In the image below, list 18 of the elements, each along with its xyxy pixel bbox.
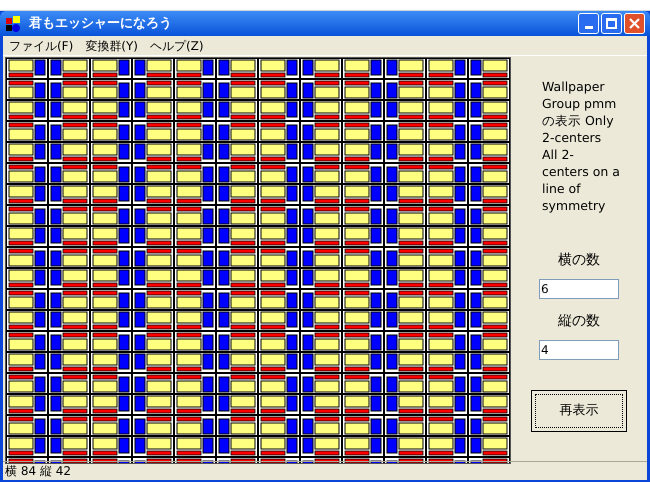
maximize-icon: [606, 18, 617, 29]
redraw-button[interactable]: 再表示: [531, 390, 627, 432]
input-field[interactable]: 6: [539, 279, 619, 299]
field-label: 縦の数: [558, 312, 600, 331]
maximize-button[interactable]: [601, 13, 622, 34]
menu-item[interactable]: 変換群(Y): [79, 36, 144, 54]
minimize-icon: [584, 26, 592, 29]
description-text: Wallpaper Group pmm の表示 Only 2-centers All 2-centers on a line of symmetry: [542, 78, 620, 214]
close-icon: [629, 18, 640, 29]
field-label: 横の数: [558, 251, 600, 270]
status-text: 横 84 縦 42: [5, 463, 71, 480]
menu-item[interactable]: ファイル(F): [3, 36, 80, 54]
minimize-button[interactable]: [578, 13, 599, 34]
menu-item[interactable]: ヘルプ(Z): [144, 36, 210, 54]
close-button[interactable]: [624, 13, 645, 34]
input-field[interactable]: 4: [539, 340, 619, 360]
window-title: 君もエッシャーになろう: [29, 14, 172, 33]
app-logo-icon: [5, 16, 21, 32]
